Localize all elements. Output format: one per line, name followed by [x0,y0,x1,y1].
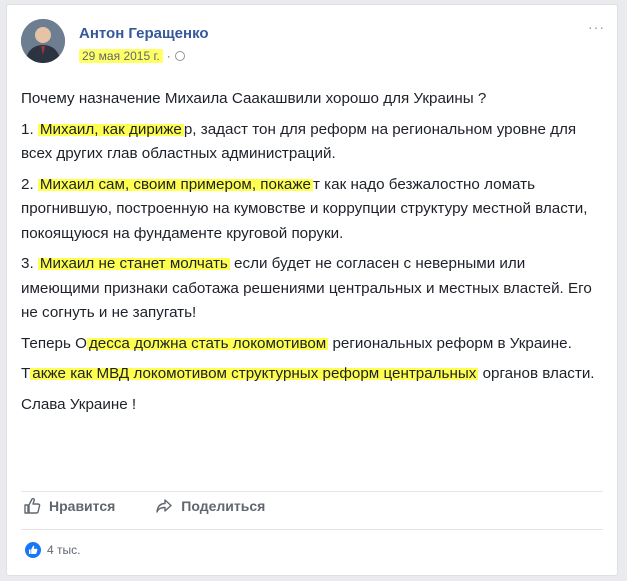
paragraph-text: Т [21,365,31,382]
post-paragraph: Также как МВД локомотивом структурных ре… [21,362,596,387]
paragraph-text: региональных реформ в Украине. [328,334,572,352]
meta-separator: · [166,49,171,63]
paragraph-text: 1. [21,120,38,138]
highlighted-text: Михаил не станет молчать [37,255,230,272]
paragraph-text: органов власти. [478,365,595,382]
paragraph-text: Почему назначение Михаила Саакашвили хор… [21,90,487,107]
reactions-summary[interactable]: 4 тыс. [25,542,80,558]
globe-icon [174,51,185,61]
like-label: Нравится [49,498,116,514]
thumbs-up-icon [24,497,41,514]
divider [21,491,603,492]
divider [21,529,603,530]
highlighted-text: Михаил, как дириже [37,120,184,138]
share-arrow-icon [156,499,172,513]
share-label: Поделиться [181,498,266,514]
reaction-count: 4 тыс. [47,543,81,557]
post-paragraph: Почему назначение Михаила Саакашвили хор… [21,87,596,112]
paragraph-text: Слава Украине ! [21,395,137,413]
highlighted-text: акже как МВД локомотивом структурных реф… [30,365,479,382]
post-paragraph: Теперь Одесса должна стать локомотивом р… [21,332,596,357]
author-name[interactable]: Антон Геращенко [79,25,209,42]
post-text: Почему назначение Михаила Саакашвили хор… [21,87,596,423]
paragraph-text: 3. [21,255,38,272]
paragraph-text: Теперь О [21,334,87,352]
post-actions: Нравится Поделиться [23,497,265,515]
highlighted-text: десса должна стать локомотивом [86,334,329,352]
post-card: Антон Геращенко 29 мая 2015 г. · ··· Поч… [6,4,618,576]
share-button[interactable]: Поделиться [155,497,265,515]
avatar[interactable] [21,19,65,63]
post-paragraph: 3. Михаил не станет молчать если будет н… [21,252,596,326]
post-paragraph: Слава Украине ! [21,393,596,418]
post-date[interactable]: 29 мая 2015 г. [79,49,163,63]
like-button[interactable]: Нравится [23,497,115,515]
highlighted-text: Михаил сам, своим примером, покаже [37,175,313,193]
like-reaction-icon [25,542,41,558]
post-paragraph: 1. Михаил, как дириже р, задаст тон для р… [21,118,596,167]
more-options-icon[interactable]: ··· [588,19,605,35]
post-paragraph: 2. Михаил сам, своим примером, покаже т к… [21,173,596,247]
post-meta: 29 мая 2015 г. · [79,49,185,63]
avatar-photo-icon [21,19,65,63]
paragraph-text: 2. [21,175,38,193]
